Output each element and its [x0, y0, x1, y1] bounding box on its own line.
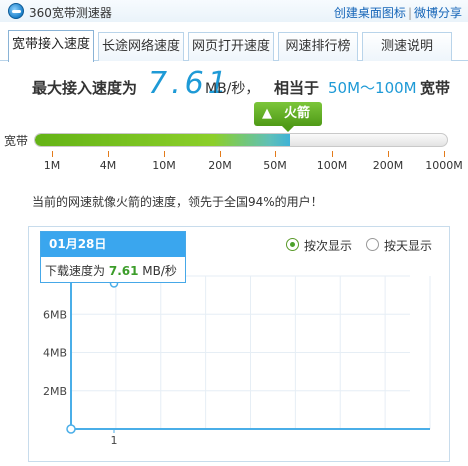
- x-tick-label: 1: [111, 434, 118, 447]
- tooltip-unit: MB/秒: [142, 264, 177, 278]
- tooltip-body: 下载速度为 7.61 MB/秒: [45, 262, 177, 279]
- data-tooltip: 01月28日 下载速度为 7.61 MB/秒: [40, 231, 186, 283]
- y-tick-label: 6MB: [43, 308, 67, 321]
- tooltip-value: 7.61: [108, 264, 139, 278]
- tooltip-label: 下载速度为: [45, 264, 106, 278]
- origin-point: [66, 424, 76, 434]
- y-tick-label: 2MB: [43, 385, 67, 398]
- tooltip-date: 01月28日: [41, 232, 185, 257]
- y-tick-label: 4MB: [43, 347, 67, 360]
